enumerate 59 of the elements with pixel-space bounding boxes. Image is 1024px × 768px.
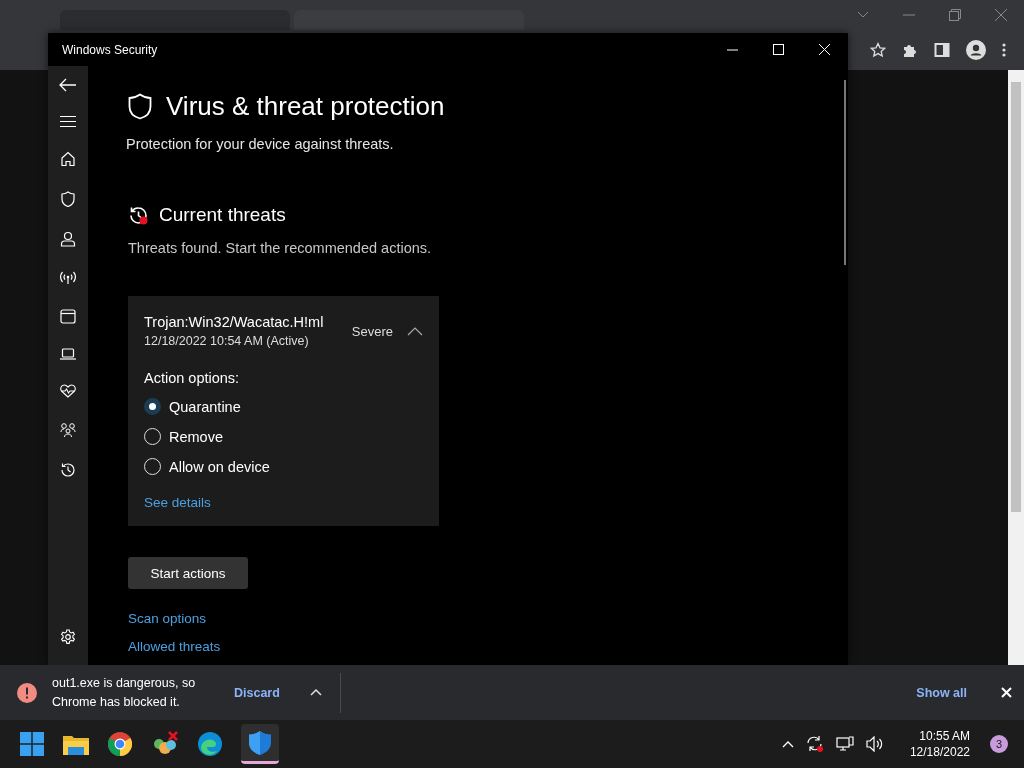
option-label: Quarantine — [169, 398, 241, 415]
download-warning: out1.exe is dangerous, so Chrome has blocked it. — [52, 674, 197, 711]
see-details-link[interactable]: See details — [144, 495, 211, 510]
scrollbar[interactable] — [1008, 70, 1024, 665]
section-subtitle: Threats found. Start the recommended actions. — [128, 240, 432, 256]
speaker-icon[interactable] — [865, 736, 884, 752]
profile-icon[interactable] — [966, 40, 986, 60]
window-title: Windows Security — [62, 42, 158, 57]
shield-icon — [128, 93, 152, 120]
link[interactable]: Allowed threats — [128, 639, 221, 654]
sync-icon[interactable] — [805, 735, 824, 753]
severity-label: Severe — [351, 323, 393, 339]
heart-pulse-icon[interactable] — [60, 384, 76, 398]
option-label: Remove — [169, 428, 223, 445]
radio-button[interactable] — [144, 398, 161, 415]
menu-icon[interactable] — [60, 116, 76, 127]
threat-name: Trojan:Win32/Wacatac.H!ml — [144, 314, 325, 330]
laptop-icon[interactable] — [60, 348, 76, 360]
shield-icon[interactable] — [61, 191, 75, 207]
scrollbar[interactable] — [844, 80, 846, 265]
option-label: Allow on device — [169, 458, 270, 475]
edge-icon[interactable] — [198, 732, 222, 756]
star-icon[interactable] — [870, 42, 886, 58]
section-title: Current threats — [159, 204, 286, 226]
shield-icon — [249, 730, 271, 755]
menu-icon[interactable] — [1002, 43, 1006, 57]
page-subtitle: Protection for your device against threats. — [126, 136, 394, 152]
restore-icon[interactable] — [949, 9, 961, 21]
clock-time[interactable]: 10:55 AM — [919, 729, 970, 743]
side-panel-icon[interactable] — [934, 42, 950, 58]
settings-icon[interactable] — [60, 629, 76, 645]
app-icon[interactable] — [151, 731, 179, 757]
chrome-icon[interactable] — [108, 732, 132, 756]
clock-date[interactable]: 12/18/2022 — [909, 745, 970, 759]
discard-button[interactable]: Discard — [224, 679, 290, 706]
antenna-icon[interactable] — [60, 271, 76, 285]
chevron-up-icon[interactable] — [407, 326, 423, 336]
browser-window-icon[interactable] — [60, 309, 76, 324]
page-title: Virus & threat protection — [166, 91, 445, 122]
network-icon[interactable] — [835, 736, 854, 752]
start-actions-button[interactable]: Start actions — [128, 557, 248, 589]
history-icon[interactable] — [60, 462, 76, 478]
person-icon[interactable] — [60, 231, 76, 247]
action-options-label: Action options: — [144, 370, 240, 386]
back-icon[interactable] — [59, 78, 77, 92]
show-all-button[interactable]: Show all — [910, 684, 973, 701]
puzzle-icon[interactable] — [902, 42, 918, 58]
taskbar-button[interactable] — [241, 724, 279, 764]
dropdown-icon[interactable] — [857, 11, 869, 19]
notification-badge[interactable]: 3 — [990, 735, 1008, 753]
home-icon[interactable] — [60, 151, 76, 167]
folder-icon[interactable] — [63, 733, 89, 755]
error-icon — [17, 682, 37, 703]
link[interactable]: Scan options — [128, 611, 207, 626]
threat-timestamp: 12/18/2022 10:54 AM (Active) — [144, 334, 310, 348]
family-icon[interactable] — [60, 422, 76, 438]
history-warning-icon — [128, 204, 149, 226]
maximize-icon[interactable] — [773, 44, 784, 55]
windows-logo-icon[interactable] — [20, 732, 44, 756]
